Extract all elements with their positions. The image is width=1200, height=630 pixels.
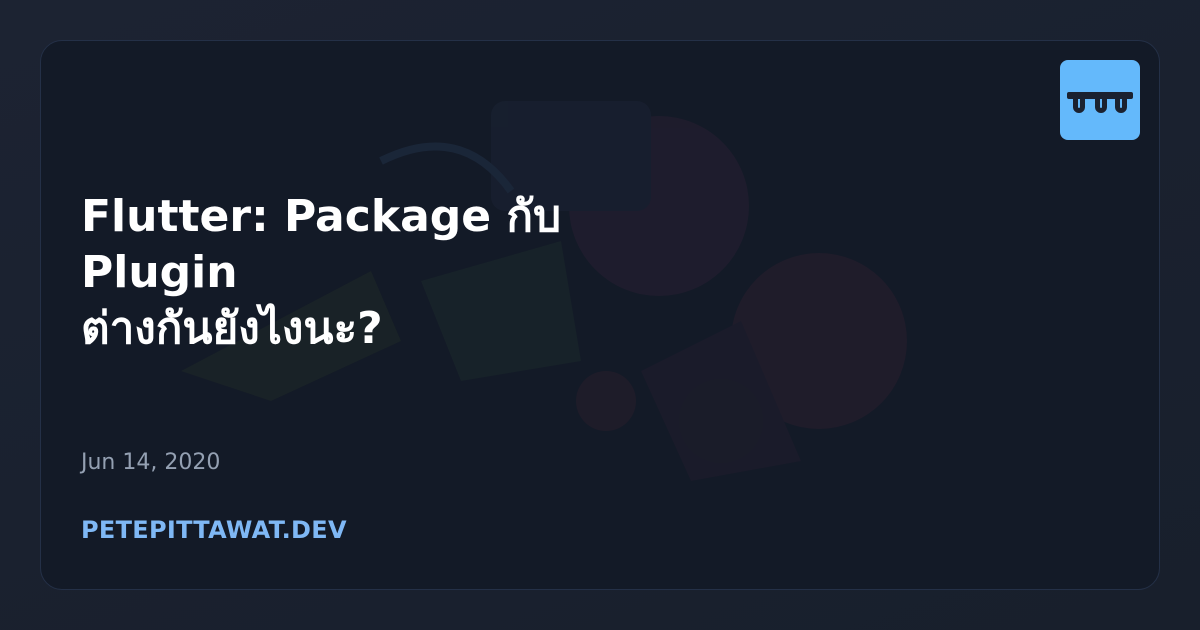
bg-circle-mid — [679, 379, 763, 463]
title-line-2: Plugin — [81, 247, 238, 298]
site-logo[interactable] — [1060, 60, 1140, 140]
eyes-logo-icon — [1067, 92, 1133, 113]
site-name[interactable]: PETEPITTAWAT.DEV — [81, 515, 347, 545]
bg-circle-small — [576, 371, 636, 431]
og-image: Flutter: Package กับ Plugin ต่างกันยังไง… — [0, 0, 1200, 630]
post-title: Flutter: Package กับ Plugin ต่างกันยังไง… — [81, 189, 641, 357]
title-line-3: ต่างกันยังไงนะ? — [81, 303, 383, 354]
card: Flutter: Package กับ Plugin ต่างกันยังไง… — [40, 40, 1160, 590]
post-date: Jun 14, 2020 — [81, 450, 221, 475]
title-line-1: Flutter: Package กับ — [81, 191, 562, 242]
